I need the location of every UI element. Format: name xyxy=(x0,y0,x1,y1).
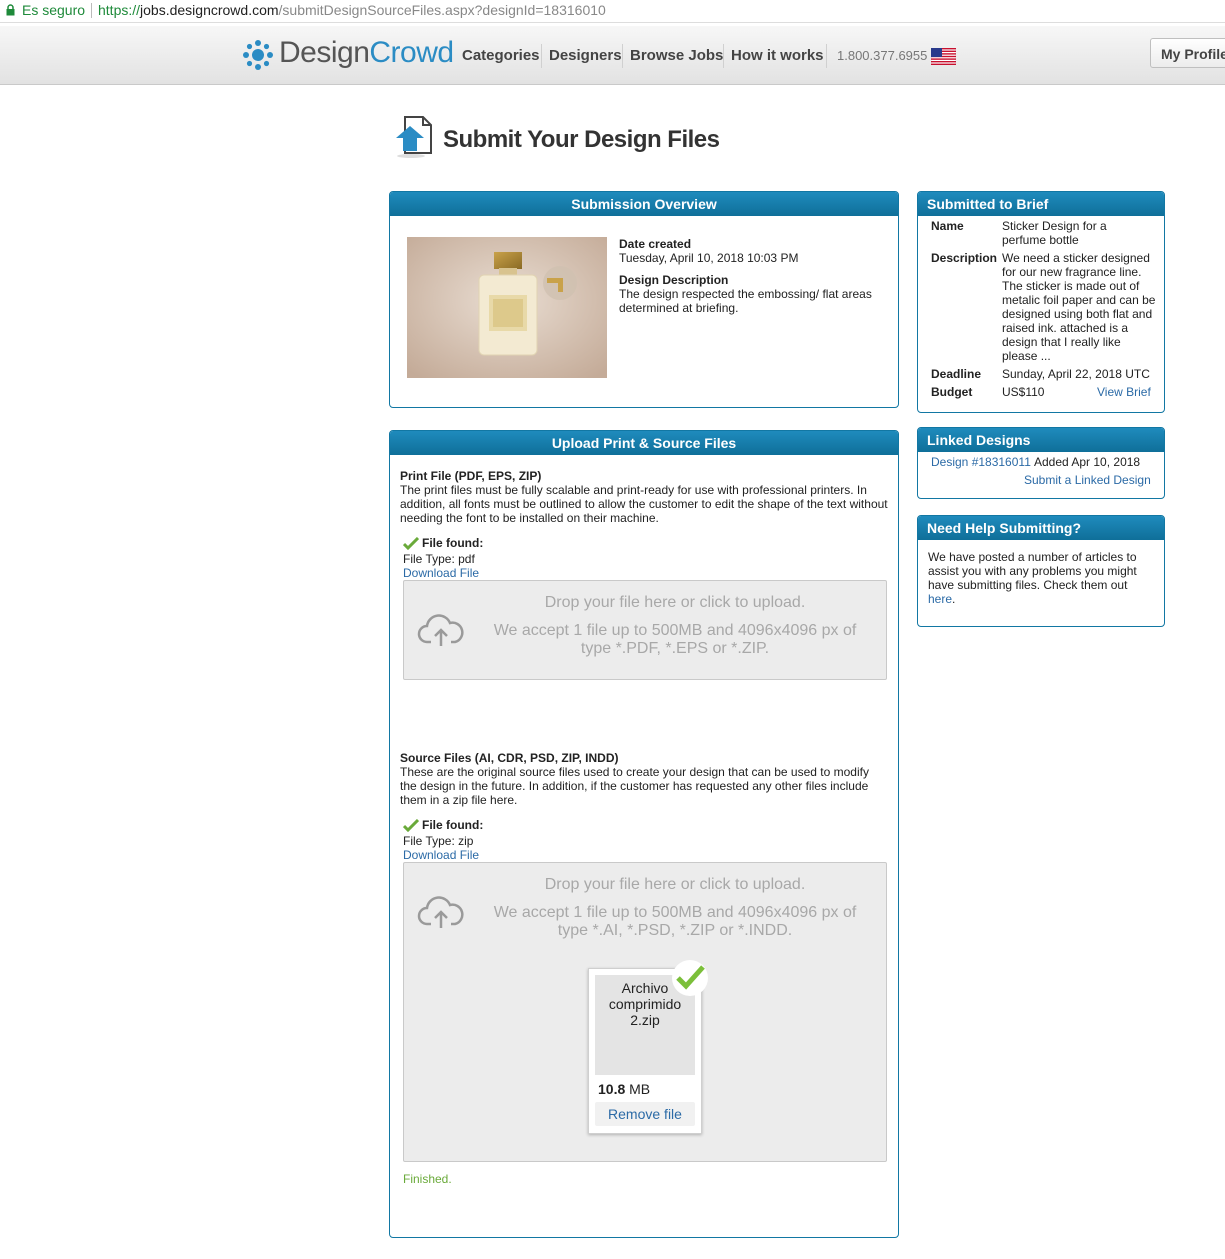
url-scheme: https:// xyxy=(98,2,141,18)
brief-description-value: We need a sticker designed for our new f… xyxy=(1002,251,1156,363)
source-file-found-label: File found: xyxy=(422,818,484,832)
print-file-found-label: File found: xyxy=(422,536,484,550)
upload-status: Finished. xyxy=(403,1172,452,1186)
nav-divider xyxy=(541,44,542,68)
page-title: Submit Your Design Files xyxy=(443,126,720,153)
designcrowd-logo-icon[interactable] xyxy=(243,40,273,70)
file-size-unit: MB xyxy=(625,1081,651,1097)
source-download-link[interactable]: Download File xyxy=(403,848,479,862)
source-file-title: Source Files (AI, CDR, PSD, ZIP, INDD) xyxy=(400,751,619,765)
nav-how-it-works[interactable]: How it works xyxy=(731,47,824,64)
nav-categories[interactable]: Categories xyxy=(462,47,540,64)
print-file-type: File Type: pdf xyxy=(403,552,475,566)
phone-number: 1.800.377.6955 xyxy=(837,48,928,63)
print-drop-accept: We accept 1 file up to 500MB and 4096x40… xyxy=(493,622,857,657)
submit-linked-design-link[interactable]: Submit a Linked Design xyxy=(1024,473,1151,487)
linked-design-link[interactable]: Design #18316011 xyxy=(931,455,1031,469)
url-path: /submitDesignSourceFiles.aspx?designId=1… xyxy=(278,2,606,18)
need-help-heading: Need Help Submitting? xyxy=(918,516,1164,540)
source-file-type: File Type: zip xyxy=(403,834,474,848)
design-description-value: The design respected the embossing/ flat… xyxy=(619,287,872,315)
remove-file-button[interactable]: Remove file xyxy=(595,1102,695,1126)
brief-deadline-label: Deadline xyxy=(931,367,982,381)
cloud-upload-icon xyxy=(417,614,464,646)
cloud-upload-icon xyxy=(417,896,464,928)
design-thumbnail[interactable] xyxy=(407,237,607,378)
brief-budget-value: US$110 xyxy=(1002,385,1045,399)
my-profile-button[interactable]: My Profile xyxy=(1150,38,1225,68)
upload-files-heading: Upload Print & Source Files xyxy=(390,431,898,455)
logo-crowd-text: Crowd xyxy=(369,36,454,69)
checkmark-icon xyxy=(403,537,419,550)
upload-document-icon xyxy=(396,116,432,158)
brief-deadline-value: Sunday, April 22, 2018 UTC xyxy=(1002,367,1150,381)
file-preview-size: 10.8 MB xyxy=(598,1081,650,1097)
brief-name-value: Sticker Design for a perfume bottle xyxy=(1002,219,1107,247)
upload-success-icon xyxy=(672,960,708,996)
submission-overview-heading: Submission Overview xyxy=(390,192,898,216)
url-text[interactable]: https://jobs.designcrowd.com/submitDesig… xyxy=(98,2,606,18)
help-text: We have posted a number of articles to a… xyxy=(928,550,1152,606)
nav-divider xyxy=(826,44,827,68)
us-flag-icon[interactable] xyxy=(931,48,956,65)
date-created-value: Tuesday, April 10, 2018 10:03 PM xyxy=(619,251,799,265)
brief-name-label: Name xyxy=(931,219,964,233)
brief-budget-label: Budget xyxy=(931,385,973,399)
print-drop-title: Drop your file here or click to upload. xyxy=(544,594,806,611)
source-drop-title: Drop your file here or click to upload. xyxy=(544,876,806,893)
source-file-description: These are the original source files used… xyxy=(400,765,869,807)
linked-design-added: Added Apr 10, 2018 xyxy=(1034,455,1141,469)
nav-browse-jobs[interactable]: Browse Jobs xyxy=(630,47,723,64)
url-host: jobs.designcrowd.com xyxy=(140,2,279,18)
logo-design-text: Design xyxy=(279,36,370,69)
print-file-title: Print File (PDF, EPS, ZIP) xyxy=(400,469,542,483)
source-drop-accept: We accept 1 file up to 500MB and 4096x40… xyxy=(493,904,857,939)
file-size-number: 10.8 xyxy=(598,1081,626,1097)
lock-icon xyxy=(6,4,15,16)
nav-divider xyxy=(723,44,724,68)
linked-designs-heading: Linked Designs xyxy=(918,428,1164,452)
print-download-link[interactable]: Download File xyxy=(403,566,479,580)
secure-label: Es seguro xyxy=(22,2,86,18)
brief-description-label: Description xyxy=(931,251,998,265)
designcrowd-logo[interactable]: DesignCrowd xyxy=(279,36,454,70)
design-description-label: Design Description xyxy=(619,273,729,287)
address-divider xyxy=(91,3,92,18)
nav-designers[interactable]: Designers xyxy=(549,47,622,64)
date-created-label: Date created xyxy=(619,237,692,251)
view-brief-link[interactable]: View Brief xyxy=(1097,385,1151,399)
nav-divider xyxy=(622,44,623,68)
checkmark-icon xyxy=(403,819,419,832)
help-body: We have posted a number of articles to a… xyxy=(928,550,1137,592)
print-file-description: The print files must be fully scalable a… xyxy=(400,483,888,525)
submitted-to-brief-heading: Submitted to Brief xyxy=(918,192,1164,216)
help-period: . xyxy=(952,592,956,606)
help-here-link[interactable]: here xyxy=(928,592,952,606)
